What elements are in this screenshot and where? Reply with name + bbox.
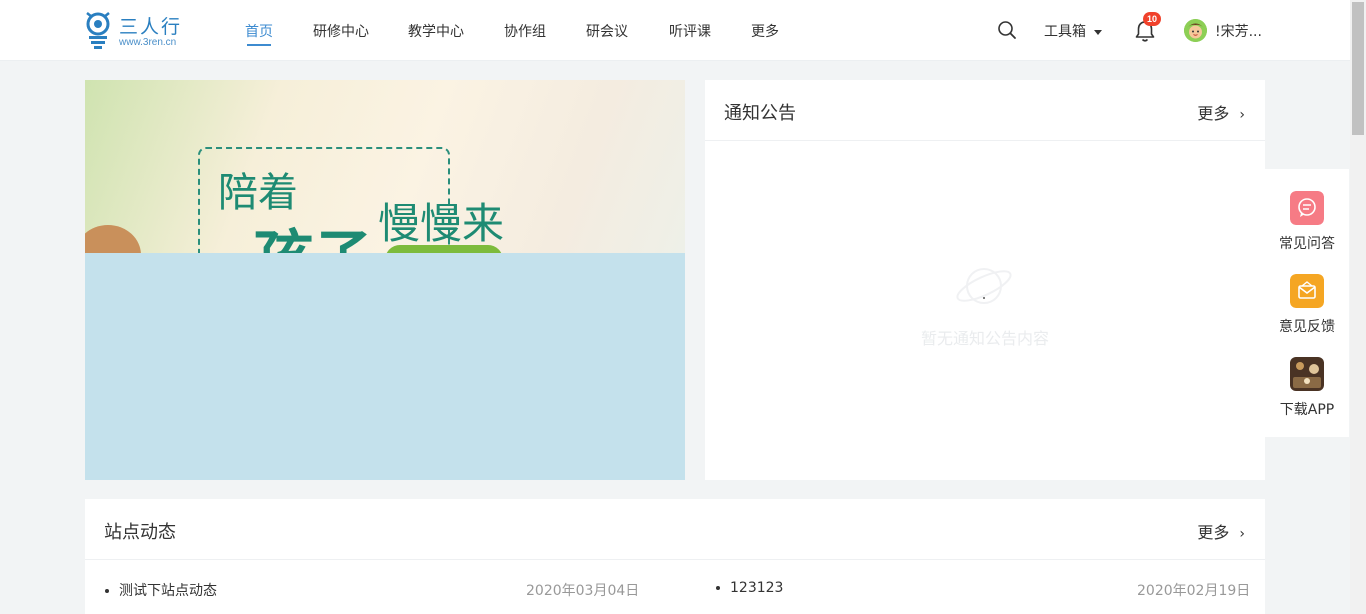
notice-title: 通知公告 <box>724 103 796 124</box>
banner-carousel[interactable]: 陪着 慢慢来 孩子 <box>85 80 685 480</box>
logo-icon <box>86 12 110 49</box>
site-news-more-link[interactable]: 更多 › <box>1197 519 1245 543</box>
news-item-title: 测试下站点动态 <box>119 583 217 599</box>
side-download-app[interactable]: 下载APP <box>1265 357 1349 427</box>
site-news-more-label: 更多 <box>1197 523 1230 542</box>
side-feedback[interactable]: 意见反馈 <box>1265 274 1349 344</box>
banner-pill <box>385 245 503 253</box>
toolbox-dropdown[interactable]: 工具箱 <box>1044 21 1102 41</box>
site-news-title: 站点动态 <box>104 522 176 543</box>
search-icon[interactable] <box>997 20 1017 40</box>
side-faq-label: 常见问答 <box>1279 236 1335 252</box>
notification-badge: 10 <box>1143 12 1161 26</box>
app-thumbnail <box>1290 357 1324 391</box>
chevron-right-icon: › <box>1239 107 1245 123</box>
notice-header: 通知公告 更多 › <box>705 80 1265 141</box>
nav-meetings[interactable]: 研会议 <box>586 21 628 41</box>
notice-empty-text: 暂无通知公告内容 <box>920 329 1049 348</box>
nav-more[interactable]: 更多 <box>751 21 779 41</box>
nav-collaboration-group[interactable]: 协作组 <box>504 21 546 41</box>
banner-decoration <box>85 225 141 253</box>
news-item-date: 2020年02月19日 <box>1137 583 1251 599</box>
nav-teaching-center[interactable]: 教学中心 <box>408 21 464 41</box>
news-item-title: 123123 <box>730 580 784 596</box>
page-scrollbar[interactable] <box>1350 0 1366 614</box>
news-item-date: 2020年03月04日 <box>526 583 640 599</box>
floating-side-panel: 常见问答 意见反馈 下载APP <box>1265 169 1349 437</box>
feedback-icon <box>1290 274 1324 308</box>
bullet-icon <box>716 586 720 590</box>
chevron-right-icon: › <box>1239 526 1245 542</box>
site-logo[interactable]: 三人行 www.3ren.cn <box>84 10 194 50</box>
faq-icon <box>1290 191 1324 225</box>
banner-text-3: 孩子 <box>253 210 373 253</box>
username[interactable]: !宋芳... <box>1215 21 1262 41</box>
nav-home[interactable]: 首页 <box>245 21 273 46</box>
top-header: 三人行 www.3ren.cn 首页 研修中心 教学中心 协作组 研会议 听评课… <box>0 0 1350 61</box>
bullet-icon <box>105 589 109 593</box>
logo-name: 三人行 <box>119 16 183 38</box>
banner-text-2: 慢慢来 <box>378 199 505 248</box>
side-faq[interactable]: 常见问答 <box>1265 191 1349 261</box>
site-news-header: 站点动态 更多 › <box>85 499 1265 560</box>
side-feedback-label: 意见反馈 <box>1279 319 1335 335</box>
nav-training-center[interactable]: 研修中心 <box>313 21 369 41</box>
empty-planet-icon <box>956 268 1012 304</box>
news-item[interactable]: 123123 <box>716 580 783 596</box>
toolbox-label: 工具箱 <box>1044 24 1086 40</box>
nav-lesson-review[interactable]: 听评课 <box>669 21 711 41</box>
site-news-card: 站点动态 更多 › 测试下站点动态 2020年03月04日 123123 2020… <box>85 499 1265 614</box>
notice-more-link[interactable]: 更多 › <box>1197 100 1245 124</box>
side-download-app-label: 下载APP <box>1279 402 1335 418</box>
news-item[interactable]: 测试下站点动态 <box>105 580 217 600</box>
banner-image: 陪着 慢慢来 孩子 <box>85 80 685 253</box>
caret-down-icon <box>1094 29 1102 35</box>
logo-url: www.3ren.cn <box>119 37 177 48</box>
scrollbar-thumb[interactable] <box>1352 2 1364 135</box>
avatar-face-icon <box>1184 19 1207 42</box>
avatar[interactable] <box>1184 19 1207 42</box>
notice-card: 通知公告 更多 › 暂无通知公告内容 <box>705 80 1265 480</box>
notice-more-label: 更多 <box>1197 104 1230 123</box>
